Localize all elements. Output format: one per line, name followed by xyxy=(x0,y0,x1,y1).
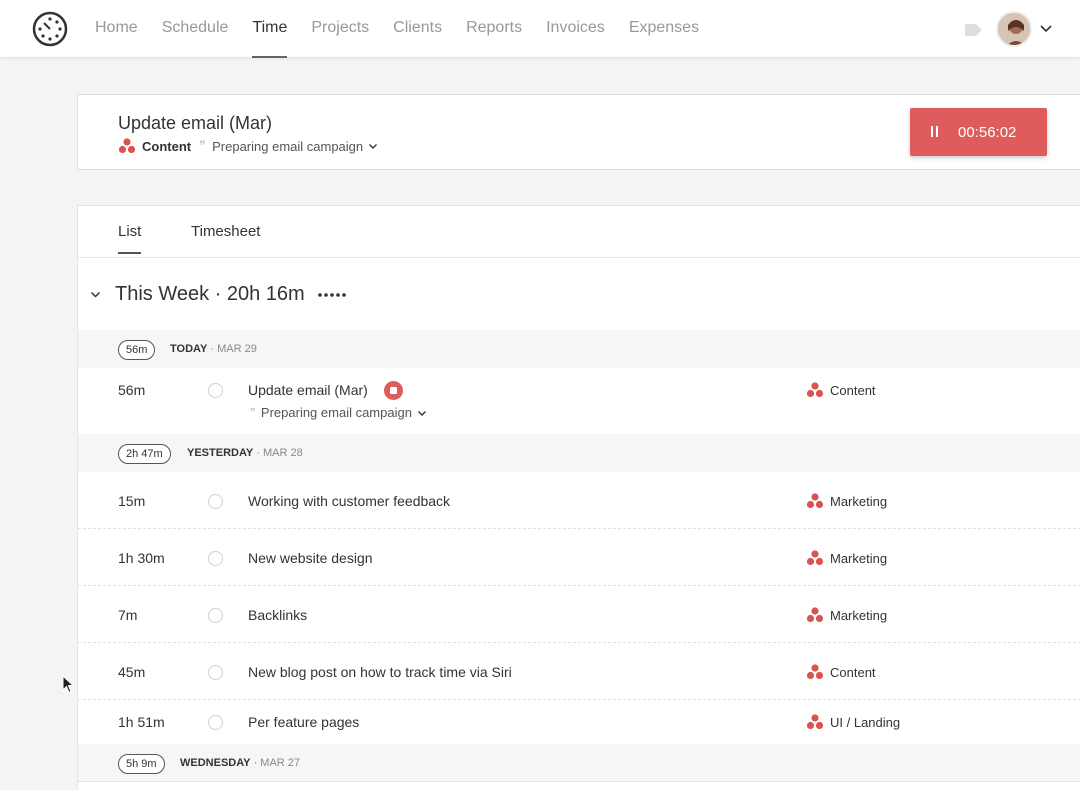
top-nav: Home Schedule Time Projects Clients Repo… xyxy=(0,0,1080,58)
project-dots-icon xyxy=(118,138,136,154)
project-dots-icon xyxy=(806,493,824,509)
day-total-badge: 5h 9m xyxy=(118,754,165,774)
entry-project-label: Marketing xyxy=(830,493,888,509)
main-nav: Home Schedule Time Projects Clients Repo… xyxy=(95,0,723,58)
entry-title[interactable]: Update email (Mar) xyxy=(248,382,368,398)
entry-check-circle[interactable] xyxy=(208,608,223,623)
entry-check-circle[interactable] xyxy=(208,665,223,680)
bell-icon[interactable] xyxy=(962,18,986,42)
entry-check-circle[interactable] xyxy=(208,551,223,566)
entry-duration: 45m xyxy=(118,664,146,680)
pause-icon xyxy=(931,126,938,137)
project-dots-icon xyxy=(806,714,824,730)
day-total-badge: 56m xyxy=(118,340,156,360)
nav-reports[interactable]: Reports xyxy=(466,0,522,58)
entry-title[interactable]: New website design xyxy=(248,550,373,566)
timer-meta: Content ❞ Preparing email campaign xyxy=(118,138,378,154)
nav-home[interactable]: Home xyxy=(95,0,138,58)
tab-list[interactable]: List xyxy=(118,223,142,254)
chevron-down-icon[interactable] xyxy=(90,289,101,300)
day-label: YESTERDAY · MAR 28 xyxy=(187,447,303,459)
clock-dots-icon[interactable] xyxy=(32,11,68,47)
week-title: This Week · 20h 16m xyxy=(115,283,305,305)
entry-project: Marketing xyxy=(806,550,887,566)
time-entry-row[interactable]: 1h 51m Per feature pages UI / Landing xyxy=(78,700,1080,744)
timer-task[interactable]: Preparing email campaign xyxy=(212,139,363,154)
entry-duration: 7m xyxy=(118,607,138,623)
entry-project-label: Content xyxy=(830,664,876,680)
timer-elapsed: 00:56:02 xyxy=(958,124,1017,141)
entry-check-circle[interactable] xyxy=(208,494,223,509)
pause-timer-button[interactable]: 00:56:02 xyxy=(910,108,1047,156)
entry-check-circle[interactable] xyxy=(208,715,223,730)
nav-schedule[interactable]: Schedule xyxy=(162,0,229,58)
week-header: This Week · 20h 16m xyxy=(78,258,1080,330)
entry-duration: 15m xyxy=(118,493,146,509)
entry-title[interactable]: Backlinks xyxy=(248,607,307,623)
running-timer-card: Update email (Mar) Content ❞ Preparing e… xyxy=(77,94,1080,170)
stop-timer-icon[interactable] xyxy=(384,381,403,400)
time-entry-row[interactable]: 15m Working with customer feedback Marke… xyxy=(78,472,1080,529)
nav-invoices[interactable]: Invoices xyxy=(546,0,605,58)
chevron-down-icon[interactable] xyxy=(368,141,378,151)
day-label: TODAY · MAR 29 xyxy=(170,343,257,355)
nav-expenses[interactable]: Expenses xyxy=(629,0,699,58)
view-tabs: List Timesheet xyxy=(78,206,1080,258)
nav-projects[interactable]: Projects xyxy=(311,0,369,58)
entry-duration: 1h 51m xyxy=(118,714,165,730)
more-options-icon[interactable] xyxy=(317,292,347,298)
project-dots-icon xyxy=(806,382,824,398)
entry-project-label: Marketing xyxy=(830,607,888,623)
project-dots-icon xyxy=(806,664,824,680)
chevron-down-icon[interactable] xyxy=(1039,21,1053,35)
time-entry-row[interactable]: 45m New blog post on how to track time v… xyxy=(78,643,1080,700)
entry-task[interactable]: ❞ Preparing email campaign xyxy=(248,405,427,420)
entry-title[interactable]: New blog post on how to track time via S… xyxy=(248,664,512,680)
time-entries-card: List Timesheet This Week · 20h 16m 56m T… xyxy=(77,205,1080,790)
chevron-down-icon[interactable] xyxy=(417,408,427,418)
day-header-wednesday: 5h 9m WEDNESDAY · MAR 27 xyxy=(78,744,1080,782)
entry-title[interactable]: Working with customer feedback xyxy=(248,493,450,509)
entry-duration: 56m xyxy=(118,382,146,398)
entry-duration: 1h 30m xyxy=(118,550,165,566)
timer-entry-title[interactable]: Update email (Mar) xyxy=(118,113,272,134)
quote-icon: ❞ xyxy=(250,406,256,419)
project-dots-icon xyxy=(806,550,824,566)
project-dots-icon xyxy=(806,607,824,623)
mouse-cursor-icon xyxy=(62,675,74,694)
nav-time[interactable]: Time xyxy=(252,0,287,58)
time-entry-row[interactable]: 7m Backlinks Marketing xyxy=(78,586,1080,643)
entry-project: Content xyxy=(806,382,876,398)
timer-project: Content xyxy=(142,138,192,154)
entry-project-label: Content xyxy=(830,382,876,398)
entry-project: Marketing xyxy=(806,493,887,509)
entry-project: Content xyxy=(806,664,876,680)
entry-project: UI / Landing xyxy=(806,714,900,730)
entry-check-circle[interactable] xyxy=(208,383,223,398)
entry-project-label: UI / Landing xyxy=(830,714,901,730)
entry-task-label: Preparing email campaign xyxy=(260,405,412,420)
time-entry-row[interactable]: 56m Update email (Mar) ❞ Preparing email… xyxy=(78,368,1080,434)
entry-project: Marketing xyxy=(806,607,887,623)
entry-project-label: Marketing xyxy=(830,550,888,566)
quote-icon: ❞ xyxy=(199,138,207,154)
time-entry-row[interactable]: 1h 30m New website design Marketing xyxy=(78,529,1080,586)
tab-timesheet[interactable]: Timesheet xyxy=(191,223,260,254)
day-header-today: 56m TODAY · MAR 29 xyxy=(78,330,1080,368)
day-total-badge: 2h 47m xyxy=(118,444,171,464)
entry-title[interactable]: Per feature pages xyxy=(248,714,359,730)
day-label: WEDNESDAY · MAR 27 xyxy=(180,757,301,769)
day-header-yesterday: 2h 47m YESTERDAY · MAR 28 xyxy=(78,434,1080,472)
nav-clients[interactable]: Clients xyxy=(393,0,442,58)
user-avatar[interactable] xyxy=(996,11,1032,47)
